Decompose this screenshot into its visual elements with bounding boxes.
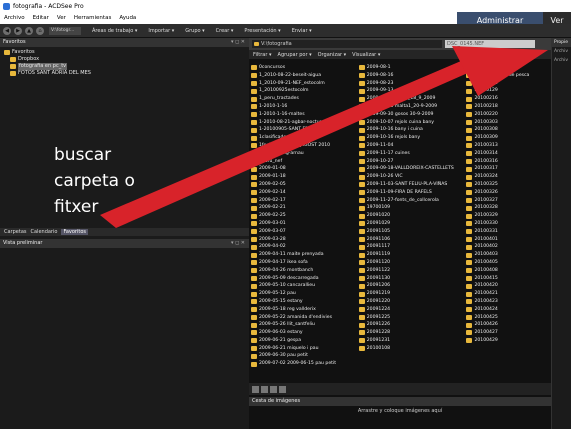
annotation-line: fitxer bbox=[54, 197, 99, 217]
annotation-text: buscar carpeta o fitxer bbox=[54, 142, 135, 220]
app-window: fotografia - ACDSee Pro Archivo Editar V… bbox=[0, 0, 571, 429]
arrow-shape bbox=[100, 58, 470, 228]
annotation-line: buscar bbox=[54, 145, 112, 165]
arrow-head bbox=[452, 46, 548, 96]
annotation-line: carpeta o bbox=[54, 171, 135, 191]
